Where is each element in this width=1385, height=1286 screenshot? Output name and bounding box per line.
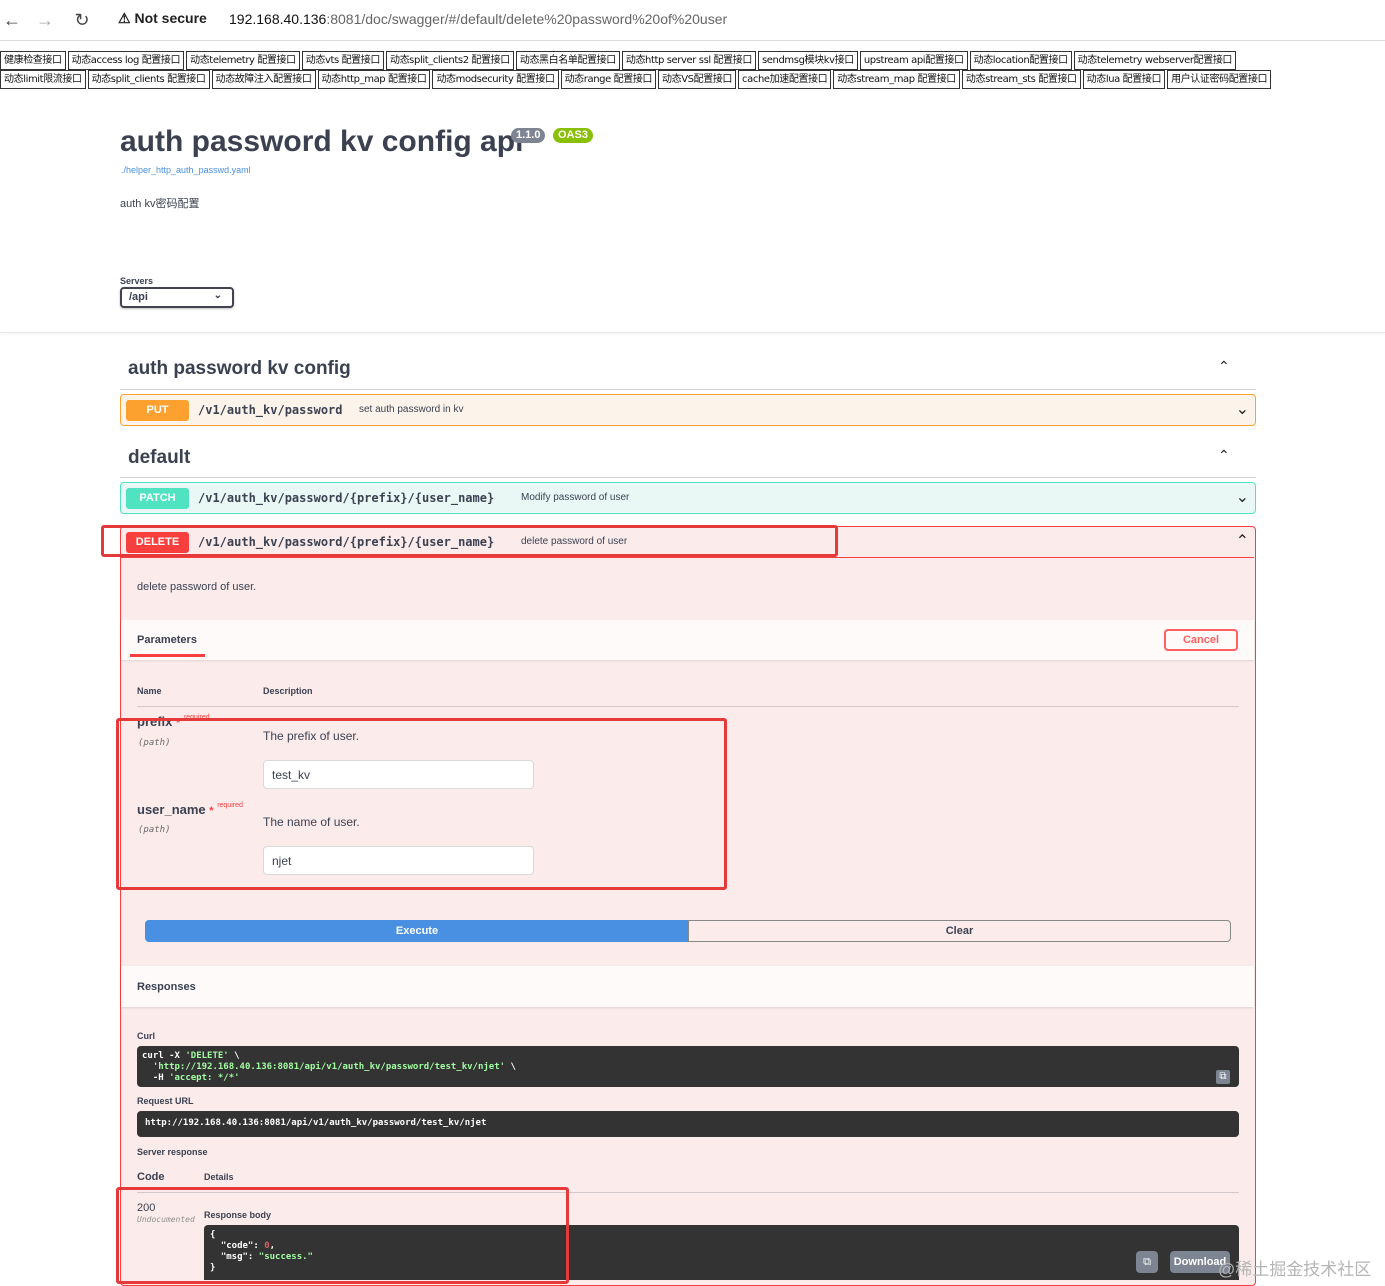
nav-link[interactable]: 动态http_map 配置接口: [317, 70, 431, 89]
op-path-put: /v1/auth_kv/password: [198, 403, 343, 417]
op-summary-put: set auth password in kv: [359, 404, 464, 415]
link-row-1: 健康检查接口 动态access log 配置接口 动态telemetry 配置接口动…: [0, 51, 1238, 70]
request-url-block: http://192.168.40.136:8081/api/v1/auth_k…: [137, 1111, 1239, 1137]
nav-link[interactable]: 动态stream_map 配置接口: [833, 70, 960, 89]
tag-divider: [120, 389, 1256, 390]
chevron-up-icon[interactable]: ⌃: [1218, 358, 1230, 375]
curl-url: 'http://192.168.40.136:8081/api/v1/auth_…: [152, 1062, 506, 1072]
op-path-patch: /v1/auth_kv/password/{prefix}/{user_name…: [198, 491, 495, 505]
nav-link[interactable]: 动态lua 配置接口: [1082, 70, 1166, 89]
tag-title-default[interactable]: default: [128, 447, 190, 469]
curl-indent: [142, 1062, 153, 1072]
url-path: :8081/doc/swagger/#/default/delete%20pas…: [326, 11, 728, 27]
column-description-header: Description: [263, 686, 313, 696]
cancel-button[interactable]: Cancel: [1164, 629, 1238, 651]
info-divider: [0, 332, 1385, 333]
nav-link[interactable]: 动态telemetry 配置接口: [186, 51, 300, 70]
nav-link[interactable]: 动态split_clients2 配置接口: [385, 51, 514, 70]
operation-description: delete password of user.: [137, 581, 257, 593]
response-details-header: Details: [204, 1172, 234, 1182]
nav-link[interactable]: 用户认证密码配置接口: [1167, 70, 1272, 89]
chevron-up-icon[interactable]: ⌃: [1236, 531, 1249, 551]
version-badge: 1.1.0: [511, 128, 546, 143]
oas-badge: OAS3: [553, 128, 593, 143]
curl-header-flag: -H: [142, 1073, 170, 1083]
url-text[interactable]: 192.168.40.136:8081/doc/swagger/#/defaul…: [229, 11, 727, 27]
warning-icon: ⚠: [118, 10, 131, 26]
nav-link[interactable]: cache加速配置接口: [738, 70, 832, 89]
tag-divider: [120, 477, 1256, 478]
nav-link[interactable]: 动态故障注入配置接口: [211, 70, 316, 89]
request-url-label: Request URL: [137, 1096, 194, 1106]
copy-icon[interactable]: ⧉: [1136, 1251, 1158, 1273]
nav-link[interactable]: 动态telemetry webserver配置接口: [1073, 51, 1237, 70]
parameters-tab-underline: [130, 654, 205, 657]
nav-link[interactable]: 健康检查接口: [0, 51, 66, 70]
parameters-tab[interactable]: Parameters: [137, 634, 197, 646]
chevron-up-icon[interactable]: ⌃: [1218, 447, 1230, 464]
servers-label: Servers: [120, 276, 154, 286]
reload-icon[interactable]: ↻: [70, 8, 94, 32]
curl-label: Curl: [137, 1031, 155, 1041]
api-title: auth password kv config api: [120, 125, 524, 158]
nav-link[interactable]: 动态stream_sts 配置接口: [961, 70, 1081, 89]
chevron-down-icon: ⌄: [213, 290, 222, 301]
method-badge-put: PUT: [126, 400, 189, 421]
curl-code-block[interactable]: curl -X 'DELETE' \ 'http://192.168.40.13…: [137, 1046, 1239, 1087]
curl-header-value: 'accept: */*': [169, 1073, 240, 1083]
security-label: Not secure: [134, 10, 207, 26]
chevron-down-icon[interactable]: ⌄: [1236, 487, 1249, 507]
spec-link[interactable]: ./helper_http_auth_passwd.yaml: [121, 165, 251, 175]
highlight-box-parameters: [116, 718, 727, 890]
op-summary-patch: Modify password of user: [521, 492, 630, 503]
highlight-box-response: [116, 1187, 569, 1284]
tag-title-auth-password-kv-config[interactable]: auth password kv config: [128, 358, 351, 380]
nav-link[interactable]: 动态access log 配置接口: [67, 51, 185, 70]
forward-arrow-icon[interactable]: →: [33, 8, 57, 32]
nav-link[interactable]: 动态location配置接口: [969, 51, 1072, 70]
back-arrow-icon[interactable]: ←: [0, 8, 24, 32]
link-row-2: 动态limit限流接口 动态split_clients 配置接口 动态故障注入配置接…: [0, 70, 1273, 89]
column-name-header: Name: [137, 686, 162, 696]
nav-link[interactable]: 动态黑白名单配置接口: [515, 51, 620, 70]
nav-link[interactable]: 动态modsecurity 配置接口: [432, 70, 559, 89]
nav-link[interactable]: 动态http server ssl 配置接口: [621, 51, 756, 70]
nav-link[interactable]: 动态VS配置接口: [658, 70, 737, 89]
watermark: @稀土掘金技术社区: [1218, 1260, 1372, 1279]
responses-header: [121, 966, 1254, 1007]
opblock-put[interactable]: PUT /v1/auth_kv/password set auth passwo…: [120, 394, 1256, 426]
servers-selected-value: /api: [129, 291, 148, 303]
nav-link[interactable]: 动态split_clients 配置接口: [87, 70, 210, 89]
method-badge-patch: PATCH: [126, 488, 189, 509]
server-response-label: Server response: [137, 1147, 208, 1157]
servers-select[interactable]: /api ⌄: [120, 287, 234, 308]
opblock-patch[interactable]: PATCH /v1/auth_kv/password/{prefix}/{use…: [120, 482, 1256, 514]
parameters-header: [121, 620, 1254, 660]
chevron-down-icon[interactable]: ⌄: [1236, 399, 1249, 419]
curl-text: curl -X: [142, 1051, 186, 1061]
execute-button[interactable]: Execute: [145, 920, 689, 942]
copy-icon[interactable]: ⧉: [1216, 1070, 1230, 1084]
opblock-summary-divider: [121, 557, 1254, 558]
security-indicator[interactable]: ⚠ Not secure: [118, 10, 207, 27]
nav-link[interactable]: upstream api配置接口: [859, 51, 968, 70]
curl-continuation: \: [505, 1062, 516, 1072]
nav-link[interactable]: 动态vts 配置接口: [301, 51, 384, 70]
response-code-header: Code: [137, 1171, 165, 1183]
curl-continuation: \: [228, 1051, 240, 1061]
nav-link[interactable]: 动态limit限流接口: [0, 70, 86, 89]
highlight-box-delete-endpoint: [101, 525, 838, 557]
responses-title: Responses: [137, 981, 196, 993]
api-description: auth kv密码配置: [120, 198, 200, 210]
nav-link[interactable]: sendmsg模块kv接口: [757, 51, 858, 70]
nav-link[interactable]: 动态range 配置接口: [560, 70, 657, 89]
clear-button[interactable]: Clear: [688, 920, 1231, 942]
browser-toolbar: ← → ↻ ⚠ Not secure 192.168.40.136:8081/d…: [0, 0, 1385, 41]
url-host: 192.168.40.136: [229, 11, 327, 27]
curl-method: 'DELETE': [185, 1051, 229, 1061]
params-divider: [137, 706, 1239, 707]
